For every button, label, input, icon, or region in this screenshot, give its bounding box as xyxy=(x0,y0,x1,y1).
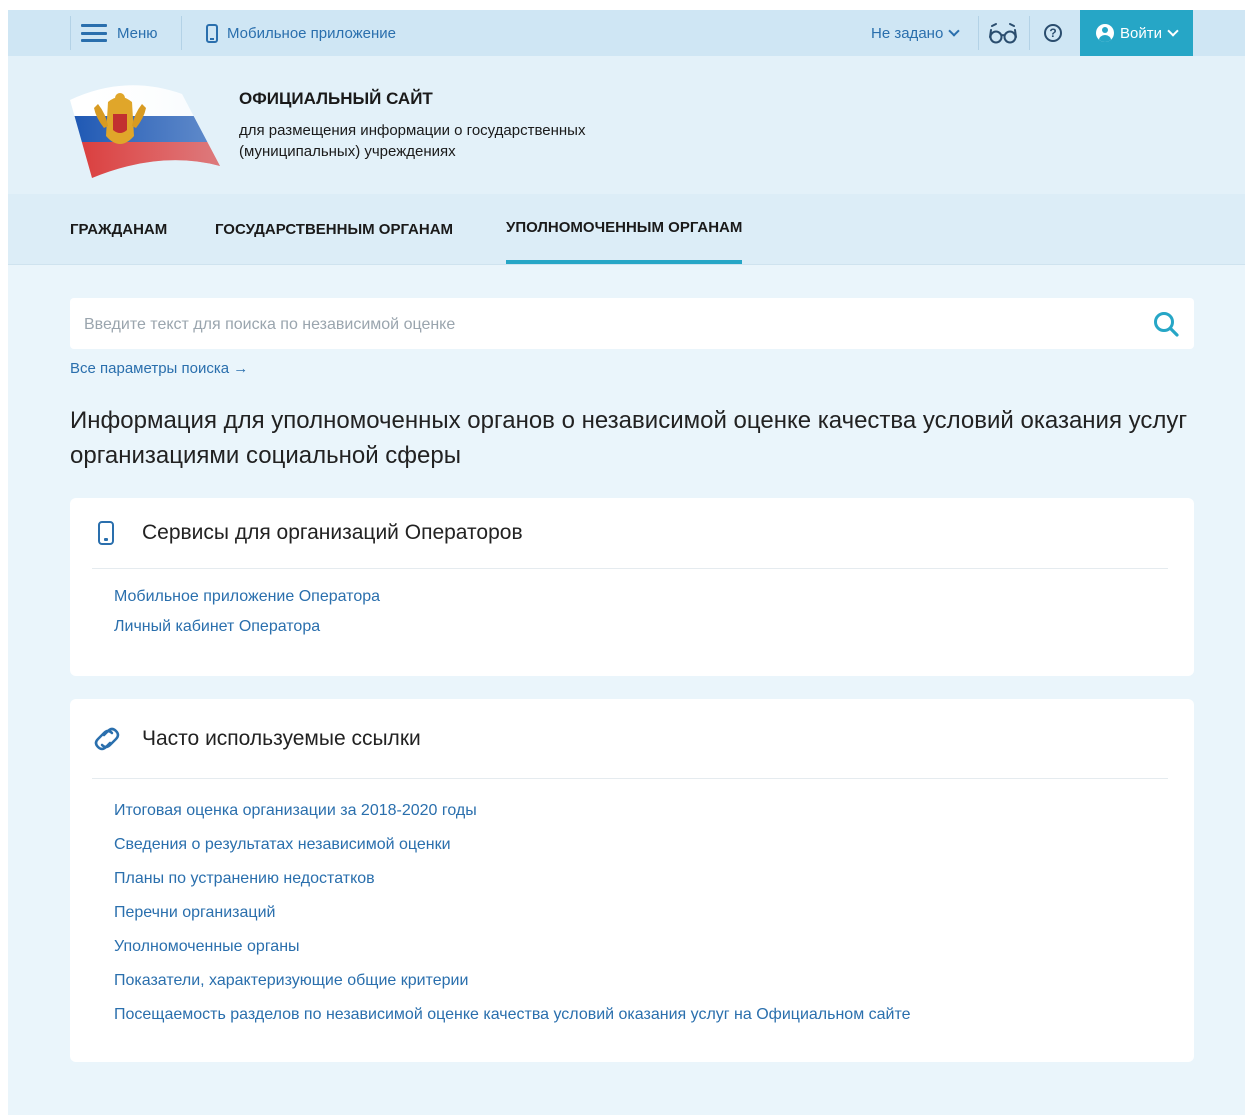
link-organization-lists[interactable]: Перечни организаций xyxy=(114,904,911,938)
page-title: Информация для уполномоченных органов о … xyxy=(70,407,1188,469)
region-label: Не задано xyxy=(871,24,944,42)
site-logo[interactable] xyxy=(70,78,220,178)
divider xyxy=(70,16,71,50)
frequent-links: Итоговая оценка организации за 2018-2020… xyxy=(114,802,911,1040)
main-nav: ГРАЖДАНАМ ГОСУДАРСТВЕННЫМ ОРГАНАМ УПОЛНО… xyxy=(8,194,1245,265)
link-icon xyxy=(94,727,120,750)
login-label: Войти xyxy=(1120,24,1162,42)
tab-state-bodies[interactable]: ГОСУДАРСТВЕННЫМ ОРГАНАМ xyxy=(215,194,453,264)
site-title: ОФИЦИАЛЬНЫЙ САЙТ xyxy=(239,89,433,108)
user-icon xyxy=(1096,24,1114,42)
help-icon: ? xyxy=(1044,24,1062,42)
link-authorized-bodies[interactable]: Уполномоченные органы xyxy=(114,938,911,972)
link-general-criteria[interactable]: Показатели, характеризующие общие критер… xyxy=(114,972,911,1006)
mobile-app-label: Мобильное приложение xyxy=(227,24,396,42)
tab-authorized-bodies[interactable]: УПОЛНОМОЧЕННЫМ ОРГАНАМ xyxy=(506,194,743,264)
card-title: Сервисы для организаций Операторов xyxy=(142,521,523,544)
card-header: Часто используемые ссылки xyxy=(92,699,1168,779)
phone-icon xyxy=(206,23,218,43)
search-icon[interactable] xyxy=(1152,310,1180,338)
link-assessment-results[interactable]: Сведения о результатах независимой оценк… xyxy=(114,836,911,870)
glasses-icon xyxy=(989,23,1017,44)
mobile-app-link[interactable]: Мобильное приложение xyxy=(206,10,396,56)
link-operator-cabinet[interactable]: Личный кабинет Оператора xyxy=(114,618,380,648)
site-subtitle: для размещения информации о государствен… xyxy=(239,122,586,160)
phone-icon xyxy=(92,517,120,549)
all-search-params-link[interactable]: Все параметры поиска → xyxy=(70,360,248,377)
frequent-links-card: Часто используемые ссылки Итоговая оценк… xyxy=(70,699,1194,1062)
accessibility-button[interactable] xyxy=(988,10,1018,56)
services-links: Мобильное приложение Оператора Личный ка… xyxy=(114,588,380,648)
divider xyxy=(1029,16,1030,50)
card-header: Сервисы для организаций Операторов xyxy=(92,498,1168,569)
top-bar: Меню Мобильное приложение Не задано ? Во… xyxy=(8,10,1245,56)
search-box xyxy=(70,298,1194,351)
services-card: Сервисы для организаций Операторов Мобил… xyxy=(70,498,1194,676)
site-header: ОФИЦИАЛЬНЫЙ САЙТ для размещения информац… xyxy=(8,56,1245,194)
link-operator-mobile-app[interactable]: Мобильное приложение Оператора xyxy=(114,588,380,618)
divider xyxy=(978,16,979,50)
chevron-down-icon xyxy=(948,25,960,37)
link-final-assessment[interactable]: Итоговая оценка организации за 2018-2020… xyxy=(114,802,911,836)
login-button[interactable]: Войти xyxy=(1080,10,1193,56)
search-input[interactable] xyxy=(82,298,1136,351)
menu-label: Меню xyxy=(117,24,158,42)
link-improvement-plans[interactable]: Планы по устранению недостатков xyxy=(114,870,911,904)
divider xyxy=(181,16,182,50)
tab-citizens[interactable]: ГРАЖДАНАМ xyxy=(70,194,167,264)
page: Меню Мобильное приложение Не задано ? Во… xyxy=(8,10,1245,1115)
region-select[interactable]: Не задано xyxy=(871,10,960,56)
help-button[interactable]: ? xyxy=(1044,10,1062,56)
menu-button[interactable]: Меню xyxy=(81,10,158,56)
chevron-down-icon xyxy=(1167,25,1179,37)
link-section-traffic[interactable]: Посещаемость разделов по независимой оце… xyxy=(114,1006,911,1040)
hamburger-icon xyxy=(81,24,107,42)
card-title: Часто используемые ссылки xyxy=(142,726,421,750)
